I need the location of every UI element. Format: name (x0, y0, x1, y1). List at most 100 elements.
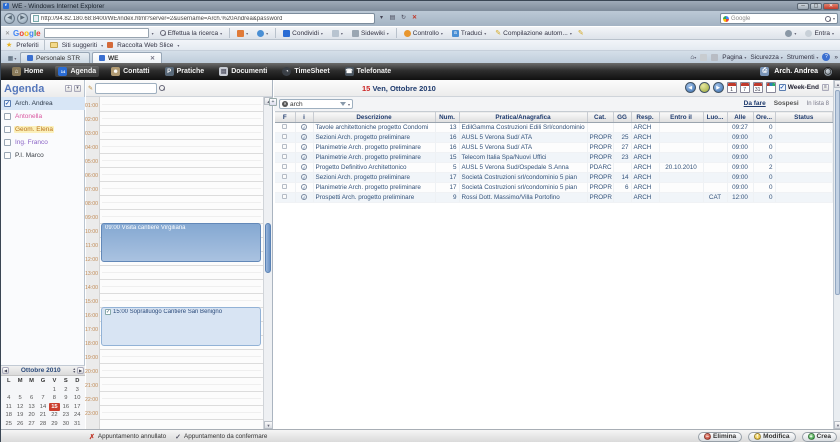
mini-calendar-day[interactable]: 3 (72, 386, 83, 395)
nav-item-agenda[interactable]: 14Agenda (55, 66, 99, 77)
close-button[interactable]: ✕ (823, 3, 839, 10)
mini-calendar-day[interactable]: 5 (14, 394, 25, 403)
column-header[interactable]: Num. (435, 112, 459, 123)
browser-search-box[interactable]: Google ▾ (720, 13, 838, 24)
table-row[interactable]: iTavole architettoniche progetto Condomi… (275, 123, 833, 133)
sidewiki-button[interactable]: Sidewiki▾ (349, 28, 392, 39)
prev-day-button[interactable]: ◀ (685, 82, 696, 93)
page-scrollbar[interactable]: ▲ ▼ (833, 80, 840, 429)
next-day-button[interactable]: ▶ (713, 82, 724, 93)
toolbar-settings-button[interactable]: ▾ (782, 28, 799, 39)
mini-calendar-day[interactable]: 9 (60, 394, 71, 403)
address-field[interactable]: http://94.82.180.68:8400/WE/index.html?s… (30, 13, 375, 24)
elimina-button[interactable]: −Elimina (698, 432, 742, 442)
mini-calendar-day[interactable]: 18 (3, 411, 14, 420)
user-row[interactable]: Geom. Elena (1, 123, 85, 136)
column-header[interactable]: Ore... (753, 112, 775, 123)
mini-calendar-day[interactable]: 22 (49, 411, 60, 420)
info-icon[interactable]: i (301, 164, 307, 170)
mini-calendar-day[interactable]: 20 (26, 411, 37, 420)
info-icon[interactable]: i (301, 154, 307, 160)
address-dropdown-icon[interactable]: ▾ (377, 13, 386, 24)
row-checkbox[interactable] (282, 184, 287, 189)
mini-calendar-day[interactable]: 29 (49, 420, 60, 429)
mini-calendar-day[interactable]: 19 (14, 411, 25, 420)
mini-calendar-day[interactable]: 14 (37, 403, 48, 412)
clear-filter-icon[interactable]: ✕ (282, 101, 288, 107)
table-row[interactable]: iProgetto Definitivo Architettonico5AUSL… (275, 163, 833, 173)
mini-calendar-day[interactable]: 25 (3, 420, 14, 429)
strumenti-menu[interactable]: Strumenti ▾ (787, 54, 819, 61)
table-row[interactable]: iSezioni Arch. progetto preliminare16AUS… (275, 133, 833, 143)
column-header[interactable]: GG (613, 112, 631, 123)
table-row[interactable]: iPlanimetrie Arch. progetto preliminare1… (275, 153, 833, 163)
weekend-checkbox[interactable]: ✓ (779, 84, 786, 91)
user-checkbox[interactable] (4, 139, 11, 146)
toolbar-close-icon[interactable]: ✕ (5, 30, 10, 37)
appointment[interactable]: ✓15:00 Sopralluogo Cantiere San Benigno (101, 307, 261, 346)
printer-icon[interactable] (711, 54, 718, 61)
modifica-button[interactable]: !Modifica (748, 432, 795, 442)
favorites-star-icon[interactable]: ★ (6, 41, 12, 49)
back-icon[interactable]: ◀ (4, 13, 15, 24)
controllo-button[interactable]: Controllo▾ (401, 28, 446, 39)
nav-item-documenti[interactable]: ▤Documenti (216, 66, 270, 77)
calendar-grid[interactable]: 09:00 Visita cantiere Virgiliana✓15:00 S… (100, 97, 263, 429)
mini-calendar-day[interactable]: 15 (49, 403, 60, 412)
column-header[interactable]: Pratica/Anagrafica (459, 112, 587, 123)
column-header[interactable]: Status (775, 112, 833, 123)
table-row[interactable]: iPlanimetrie Arch. progetto preliminare1… (275, 143, 833, 153)
calendar-scrollbar[interactable]: ▲ ▼ (263, 97, 272, 429)
column-header[interactable]: Cat. (587, 112, 613, 123)
mini-calendar-day[interactable]: 6 (26, 394, 37, 403)
table-row[interactable]: iSezioni Arch. progetto preliminare17Soc… (275, 173, 833, 183)
traduci-button[interactable]: aTraduci▾ (449, 28, 489, 39)
raccolta-web-slice-button[interactable]: Raccolta Web Slice (117, 42, 173, 49)
mini-calendar-day[interactable]: 21 (37, 411, 48, 420)
user-row[interactable]: ✓Arch. Andrea (1, 97, 85, 110)
row-checkbox[interactable] (282, 174, 287, 179)
logout-power-icon[interactable]: ◯ (823, 67, 833, 77)
next-month-icon[interactable]: ▶ (77, 367, 84, 374)
column-header[interactable]: F (275, 112, 295, 123)
mini-calendar-day[interactable]: 17 (72, 403, 83, 412)
table-row[interactable]: iPlanimetrie Arch. progetto preliminare1… (275, 183, 833, 193)
info-icon[interactable]: i (301, 124, 307, 130)
user-row[interactable]: P.I. Marco (1, 149, 85, 162)
user-checkbox[interactable] (4, 126, 11, 133)
user-checkbox[interactable] (4, 113, 11, 120)
entra-button[interactable]: Entra▾ (802, 28, 837, 39)
tab-close-icon[interactable]: ✕ (150, 55, 155, 62)
column-header[interactable]: Alle (727, 112, 753, 123)
row-checkbox[interactable] (282, 164, 287, 169)
info-icon[interactable]: i (301, 194, 307, 200)
siti-suggeriti-button[interactable]: Siti suggeriti (62, 42, 97, 49)
panel-options-icon[interactable]: ≡ (822, 84, 829, 91)
user-row[interactable]: Antonella (1, 110, 85, 123)
sicurezza-menu[interactable]: Sicurezza ▾ (750, 54, 782, 61)
minimize-button[interactable]: ─ (797, 3, 809, 10)
today-button[interactable] (699, 82, 710, 93)
da-fare-link[interactable]: Da fare (744, 100, 766, 107)
user-checkbox[interactable] (4, 152, 11, 159)
user-row[interactable]: Ing. Franco (1, 136, 85, 149)
mini-calendar-day[interactable]: 8 (49, 394, 60, 403)
day-view-button[interactable]: 1 (727, 82, 737, 93)
search-icon[interactable] (159, 85, 165, 91)
mini-calendar-day[interactable]: 11 (3, 403, 14, 412)
mini-calendar-day[interactable]: 10 (72, 394, 83, 403)
stop-icon[interactable]: ✕ (410, 13, 419, 24)
tab-we[interactable]: WE ✕ (92, 52, 162, 63)
tab-personale-str[interactable]: Personale STR (20, 52, 90, 63)
planning-view-button[interactable] (766, 82, 776, 93)
table-row[interactable]: iProspetti Arch. progetto preliminare9Ro… (275, 193, 833, 203)
google-search-input[interactable] (44, 28, 149, 38)
scroll-down-icon[interactable]: ▼ (264, 421, 273, 429)
navigate-button[interactable]: ▾ (254, 28, 271, 39)
rss-icon[interactable] (700, 54, 707, 61)
mini-calendar-day[interactable]: 2 (60, 386, 71, 395)
compatibility-view-icon[interactable]: ▤ (388, 13, 397, 24)
info-icon[interactable]: i (301, 134, 307, 140)
column-header[interactable]: Resp. (631, 112, 659, 123)
help-icon[interactable]: ? (822, 53, 830, 61)
